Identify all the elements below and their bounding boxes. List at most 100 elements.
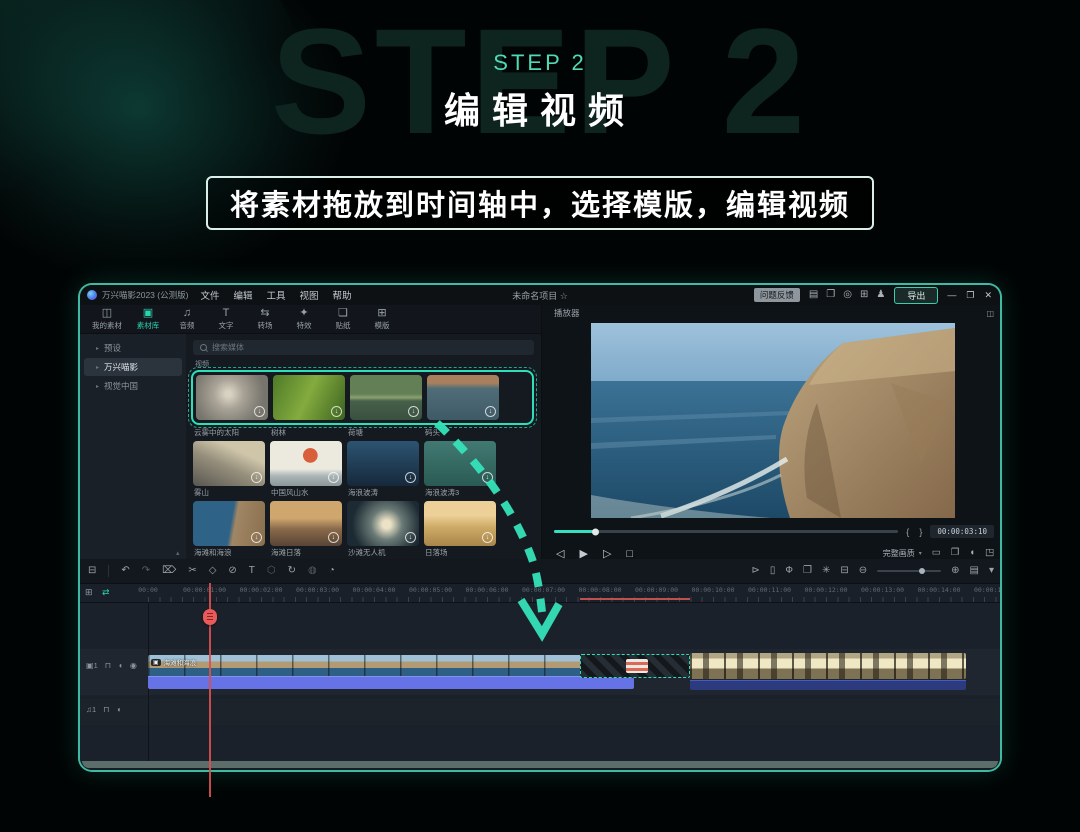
- display-mode-icon[interactable]: ▭: [932, 548, 941, 558]
- cloud-icon[interactable]: ◎: [843, 290, 852, 300]
- download-icon[interactable]: ↓: [485, 406, 496, 417]
- playhead-handle[interactable]: [203, 609, 217, 625]
- download-icon[interactable]: ↓: [405, 472, 416, 483]
- sidebar-item-预设[interactable]: ▸ 预设: [84, 339, 182, 357]
- mark-out-icon[interactable]: }: [917, 527, 924, 537]
- aspect-ratio-icon[interactable]: ◫: [986, 309, 994, 318]
- timeline-zoom-slider[interactable]: [877, 570, 941, 572]
- keyframe-icon[interactable]: ◇: [209, 566, 217, 576]
- media-thumbnail-forest[interactable]: ↓: [273, 375, 345, 420]
- track-height-icon[interactable]: ▤: [970, 566, 979, 576]
- delete-icon[interactable]: ⌦: [162, 566, 176, 576]
- download-icon[interactable]: ↓: [251, 472, 262, 483]
- settings-icon[interactable]: ✳: [822, 566, 830, 576]
- media-thumbnail-mist-mountain[interactable]: ↓: [193, 441, 265, 486]
- download-icon[interactable]: ↓: [482, 532, 493, 543]
- tab-模版[interactable]: ⊞ 模版: [369, 308, 395, 331]
- search-input[interactable]: 搜索媒体: [193, 340, 534, 355]
- render-preview-icon[interactable]: ⊳: [751, 566, 759, 576]
- video-preview[interactable]: [591, 323, 955, 518]
- download-icon[interactable]: ↓: [254, 406, 265, 417]
- timeline-clip-beach[interactable]: ▣ 海滩和海浪: [148, 655, 582, 676]
- download-icon[interactable]: ↓: [408, 406, 419, 417]
- snapshot-frame-icon[interactable]: ❐: [803, 566, 812, 576]
- split-icon[interactable]: ✂: [188, 566, 196, 576]
- tab-音频[interactable]: ♫ 音频: [174, 308, 200, 331]
- sidebar-collapse-icon[interactable]: ▴: [176, 549, 180, 557]
- lock-icon[interactable]: ⊓: [103, 705, 109, 714]
- mute-icon[interactable]: ◖: [116, 705, 121, 714]
- mute-icon[interactable]: ◖: [118, 661, 123, 670]
- mark-in-icon[interactable]: {: [904, 527, 911, 537]
- export-button[interactable]: 导出: [894, 287, 938, 304]
- fullscreen-icon[interactable]: ◳: [985, 548, 994, 558]
- feedback-button[interactable]: 问题反馈: [754, 288, 800, 302]
- minimize-button[interactable]: —: [947, 290, 956, 301]
- download-icon[interactable]: ↓: [328, 472, 339, 483]
- eye-icon[interactable]: ◉: [130, 661, 137, 670]
- redo-icon[interactable]: ↷: [142, 566, 150, 576]
- tab-文字[interactable]: T 文字: [213, 308, 239, 331]
- menu-item[interactable]: 帮助: [333, 288, 352, 302]
- download-icon[interactable]: ↓: [482, 472, 493, 483]
- quality-dropdown[interactable]: 完整画质 ▾: [883, 548, 922, 559]
- menu-item[interactable]: 视图: [299, 288, 318, 302]
- zoom-out-icon[interactable]: ⊖: [859, 566, 867, 576]
- grid-icon[interactable]: ⊞: [860, 290, 868, 300]
- zoom-in-icon[interactable]: ⊕: [951, 566, 959, 576]
- track-manager-icon[interactable]: ⊟: [88, 566, 96, 576]
- restore-button[interactable]: ❐: [966, 290, 974, 301]
- mask-icon[interactable]: ◍: [308, 566, 317, 576]
- clip2-audio-bar[interactable]: [690, 680, 966, 690]
- seek-knob[interactable]: [592, 528, 599, 535]
- menu-item[interactable]: 工具: [266, 288, 285, 302]
- text-tool-icon[interactable]: T: [249, 566, 255, 576]
- media-thumbnail-fog-sun[interactable]: ↓: [196, 375, 268, 420]
- sidebar-item-视觉中国[interactable]: ▸ 视觉中国: [84, 377, 182, 395]
- download-icon[interactable]: ↓: [331, 406, 342, 417]
- download-icon[interactable]: ↓: [328, 532, 339, 543]
- timeline-ruler[interactable]: ⊞ ⇄ 00:0000:00:01:0000:00:02:0000:00:03:…: [80, 584, 1002, 603]
- menu-item[interactable]: 编辑: [233, 288, 252, 302]
- audio-lane[interactable]: [80, 699, 1002, 725]
- sidebar-item-万兴喵影[interactable]: ▸ 万兴喵影: [84, 358, 182, 376]
- transition-marker[interactable]: [626, 659, 648, 673]
- video-track-icon[interactable]: ▣1: [86, 661, 98, 670]
- favorite-star-icon[interactable]: ☆: [560, 291, 568, 301]
- phone-mirror-icon[interactable]: ▯: [770, 566, 776, 576]
- media-thumbnail-ink-painting[interactable]: ↓: [270, 441, 342, 486]
- timeline-clip-surfer[interactable]: [690, 653, 966, 679]
- volume-icon[interactable]: ◖: [969, 548, 975, 558]
- tab-特效[interactable]: ✦ 特效: [291, 308, 317, 331]
- speed-icon[interactable]: ◔: [329, 566, 335, 576]
- save-icon[interactable]: ❐: [826, 290, 835, 300]
- menu-item[interactable]: 文件: [200, 288, 219, 302]
- record-icon[interactable]: ↻: [288, 566, 296, 576]
- media-thumbnail-harbor[interactable]: ↓: [427, 375, 499, 420]
- seek-bar[interactable]: [554, 530, 898, 533]
- audio-track-icon[interactable]: ♫1: [86, 705, 96, 714]
- link-clips-icon[interactable]: ⇄: [102, 587, 110, 598]
- snapshot-icon[interactable]: ❐: [951, 548, 960, 558]
- track-height-chevron-icon[interactable]: ▾: [989, 566, 994, 576]
- tab-素材库[interactable]: ▣ 素材库: [135, 308, 161, 331]
- tab-转场[interactable]: ⇆ 转场: [252, 308, 278, 331]
- download-icon[interactable]: ↓: [405, 532, 416, 543]
- media-thumbnail-teal-sea[interactable]: ↓: [424, 441, 496, 486]
- tab-我的素材[interactable]: ◫ 我的素材: [92, 308, 122, 331]
- voiceover-icon[interactable]: Ф: [785, 566, 793, 576]
- media-thumbnail-cliff-sea[interactable]: ↓: [193, 501, 265, 546]
- media-thumbnail-pond[interactable]: ↓: [350, 375, 422, 420]
- undo-icon[interactable]: ↶: [121, 566, 129, 576]
- media-manage-icon[interactable]: ⊞: [85, 587, 93, 598]
- lock-icon[interactable]: ⊓: [105, 661, 111, 670]
- tab-贴纸[interactable]: ❏ 贴纸: [330, 308, 356, 331]
- account-icon[interactable]: ♟: [876, 290, 885, 300]
- clip-audio-bar[interactable]: [148, 676, 634, 689]
- media-thumbnail-sun-reflection[interactable]: ↓: [347, 501, 419, 546]
- fit-timeline-icon[interactable]: ⊟: [840, 566, 848, 576]
- download-icon[interactable]: ↓: [251, 532, 262, 543]
- magnet-icon[interactable]: ⊘: [228, 566, 236, 576]
- media-thumbnail-dark-sea[interactable]: ↓: [347, 441, 419, 486]
- zoom-knob[interactable]: [919, 568, 925, 574]
